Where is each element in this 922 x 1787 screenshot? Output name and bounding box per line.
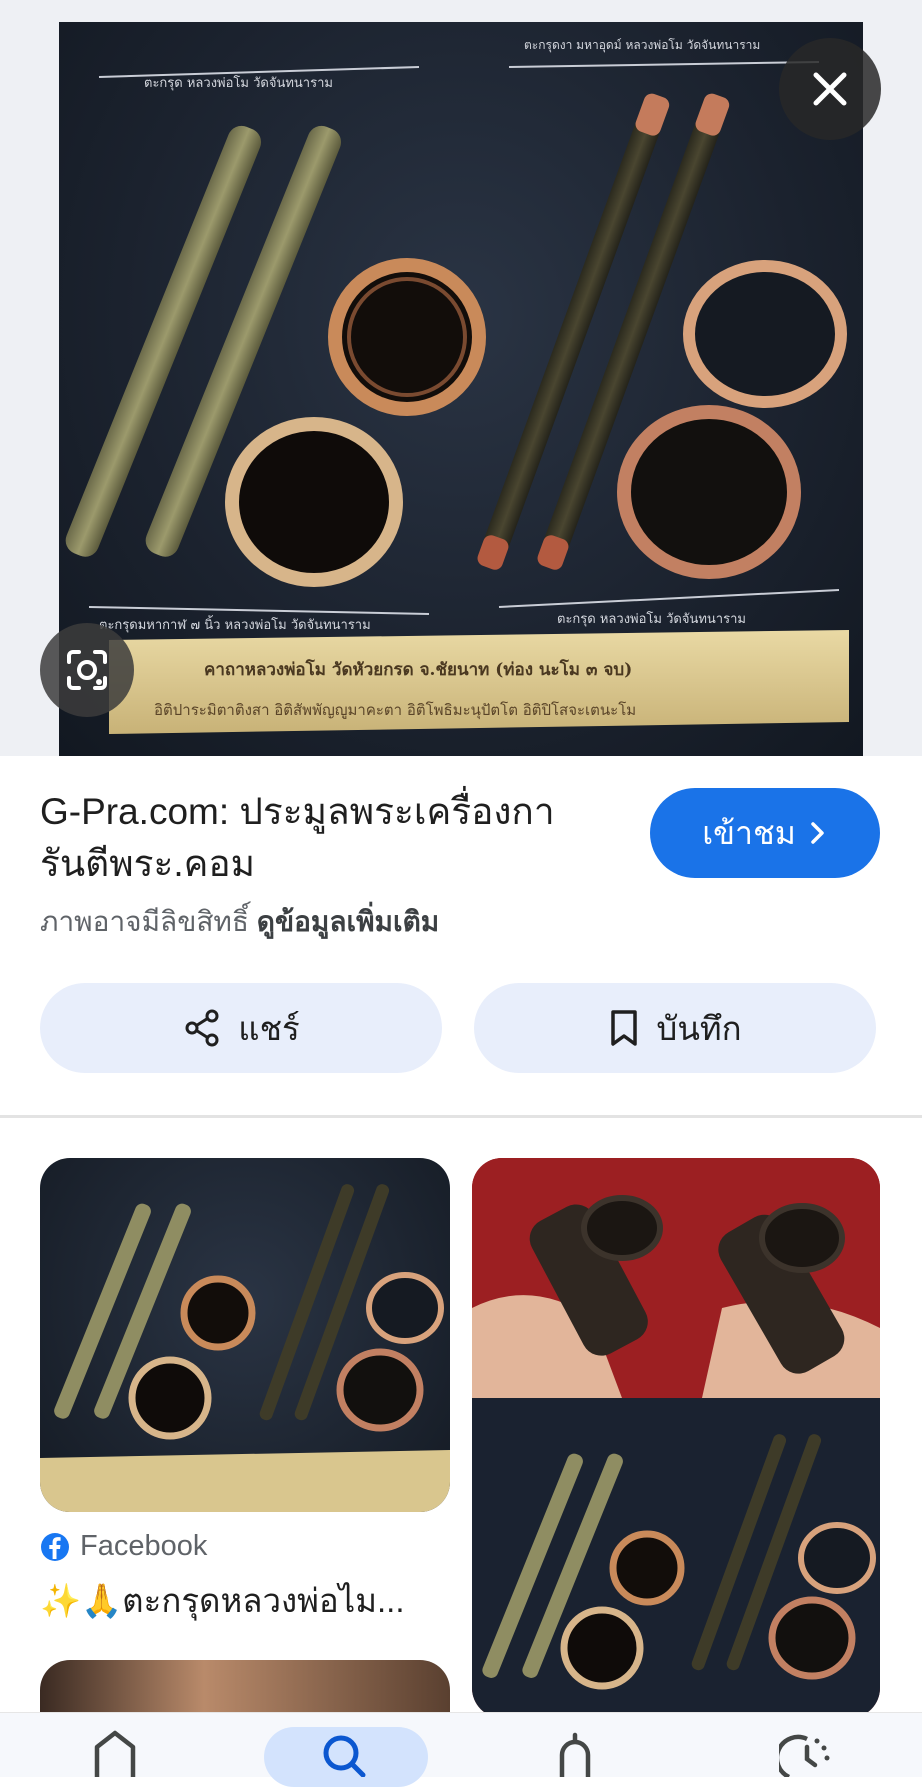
share-icon: [185, 1009, 219, 1047]
history-icon: [779, 1734, 830, 1777]
related-caption[interactable]: ✨🙏ตะกรุดหลวงพ่อไม...: [40, 1574, 405, 1627]
share-button[interactable]: แชร์: [40, 983, 442, 1073]
visit-button-label: เข้าชม: [702, 814, 796, 851]
nav-search[interactable]: [300, 1713, 390, 1777]
bookmark-icon: [611, 1010, 638, 1046]
nav-history[interactable]: [762, 1713, 852, 1777]
close-button[interactable]: [779, 38, 881, 140]
bell-icon: [559, 1732, 591, 1777]
visit-button[interactable]: เข้าชม: [650, 788, 880, 878]
save-button[interactable]: บันทึก: [474, 983, 876, 1073]
chevron-right-icon: [811, 822, 824, 844]
search-icon: [323, 1735, 366, 1777]
hero-caption-bottom-right: ตะกรุด หลวงพ่อโม วัดจันทนาราม: [557, 612, 746, 627]
result-title-site: G-Pra.com:: [40, 791, 230, 832]
home-icon: [94, 1730, 136, 1777]
lens-icon: [67, 650, 107, 690]
related-source[interactable]: Facebook: [40, 1530, 207, 1563]
section-divider: [0, 1115, 922, 1118]
hero-caption-bottom-left: ตะกรุดมหากาฬ ๗ นิ้ว หลวงพ่อโม วัดจันทนาร…: [99, 618, 371, 633]
related-image-2[interactable]: [472, 1158, 880, 1718]
save-label: บันทึก: [656, 1009, 742, 1047]
hero-banner-line1: คาถาหลวงพ่อโม วัดหัวยกรด จ.ชัยนาท (ท่อง …: [204, 660, 633, 680]
copyright-notice: ภาพอาจมีลิขสิทธิ์ ดูข้อมูลเพิ่มเติม: [40, 900, 439, 944]
related-image-1[interactable]: [40, 1158, 450, 1512]
share-label: แชร์: [238, 1009, 300, 1047]
result-title-rest: ประมูลพระเครื่องกา: [229, 791, 555, 832]
copyright-text: ภาพอาจมีลิขสิทธิ์: [40, 906, 249, 937]
nav-notifications[interactable]: [530, 1713, 620, 1777]
related-image-3[interactable]: [40, 1660, 450, 1720]
nav-home[interactable]: [70, 1713, 160, 1777]
bottom-navigation: [0, 1712, 922, 1787]
result-title-line2: รันตีพระ.คอม: [40, 843, 255, 884]
hero-caption-top-left: ตะกรุด หลวงพ่อโม วัดจันทนาราม: [144, 76, 333, 91]
close-icon: [813, 72, 847, 106]
related-source-label: Facebook: [80, 1530, 208, 1562]
more-info-link[interactable]: ดูข้อมูลเพิ่มเติม: [257, 906, 439, 937]
result-title[interactable]: G-Pra.com: ประมูลพระเครื่องกา รันตีพระ.ค…: [40, 786, 620, 890]
hero-banner-line2: อิติปาระมิตาติงสา อิติสัพพัญญูมาคะตา อิต…: [154, 701, 637, 719]
facebook-icon: [41, 1532, 69, 1561]
lens-button[interactable]: [40, 623, 134, 717]
hero-image[interactable]: ตะกรุด หลวงพ่อโม วัดจันทนาราม ตะกรุดงา ม…: [59, 22, 863, 756]
hero-caption-top-right: ตะกรุดงา มหาอุดม์ หลวงพ่อโม วัดจันทนาราม: [524, 38, 761, 52]
